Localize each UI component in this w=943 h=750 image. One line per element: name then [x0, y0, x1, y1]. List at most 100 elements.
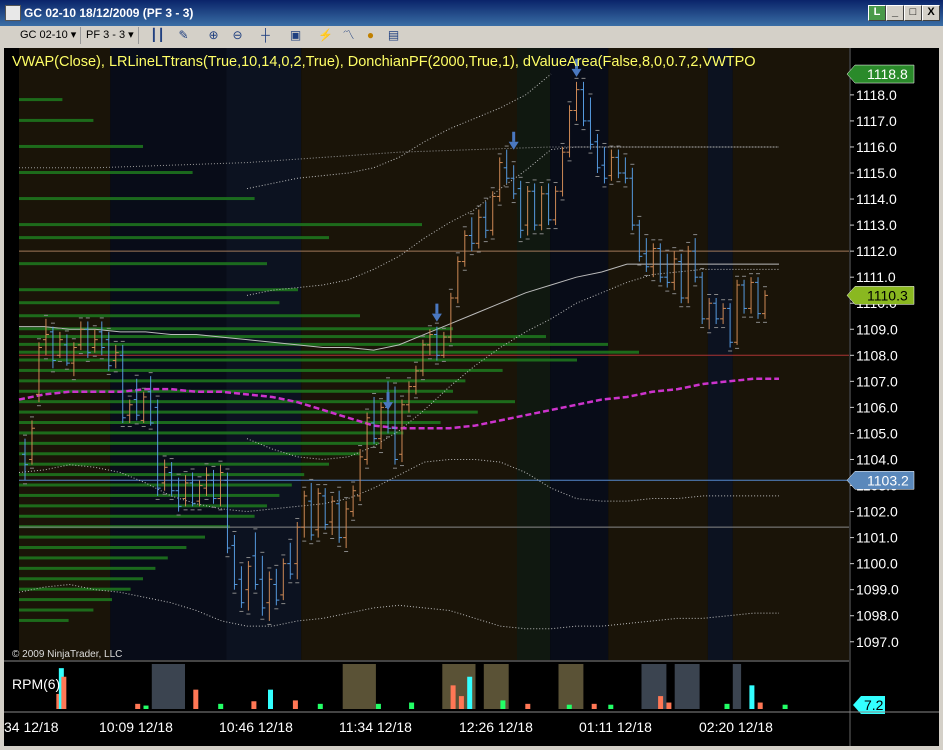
price-bar-tick: [742, 316, 747, 318]
price-bar-tick: [504, 186, 509, 188]
price-bar-tick: [406, 377, 411, 379]
y-tick-label: 1108.0: [856, 347, 898, 363]
y-tick-label: 1102.0: [856, 504, 898, 520]
price-bar-tick: [337, 486, 342, 488]
volume-profile-bar: [19, 421, 441, 425]
volume-profile-bar: [19, 171, 193, 175]
price-bar-tick: [393, 467, 397, 469]
price-bar-tick: [120, 426, 125, 428]
y-tick-label: 1107.0: [856, 373, 898, 389]
rpm-block: [558, 664, 584, 709]
rpm-bar: [251, 701, 257, 709]
close-button[interactable]: X: [922, 5, 940, 21]
volume-profile-bar: [19, 608, 94, 612]
price-bar-tick: [85, 317, 90, 319]
coin-icon[interactable]: ●: [363, 28, 378, 43]
minimize-button[interactable]: _: [886, 5, 904, 21]
price-bar-tick: [162, 493, 167, 495]
volume-profile-bar: [19, 236, 329, 240]
price-bar-tick: [71, 338, 76, 340]
volume-profile-bar: [19, 441, 379, 445]
price-chart[interactable]: 1097.0 1098.0 1099.0 1100.0 1101.0 1102.0 1103…: [4, 48, 939, 746]
bar-style-icon[interactable]: ┃┃: [150, 28, 165, 43]
instrument-selector[interactable]: GC 02-10 ▾: [16, 27, 82, 44]
indicators-icon[interactable]: 〽: [341, 28, 356, 43]
price-bar-tick: [630, 163, 635, 165]
rpm-bar: [218, 703, 224, 709]
price-bar-tick: [672, 293, 677, 295]
price-bar-tick: [546, 179, 551, 181]
volume-profile-bar: [19, 546, 187, 550]
y-tick-label: 1118.0: [856, 87, 897, 103]
price-bar-tick: [309, 478, 314, 480]
rpm-bar: [749, 685, 755, 709]
crosshair-icon[interactable]: ┼: [258, 28, 273, 43]
properties-icon[interactable]: ▣: [288, 28, 303, 43]
price-bar-tick: [23, 434, 27, 436]
price-bar-tick: [525, 182, 530, 184]
period-selector[interactable]: PF 3 - 3 ▾: [82, 27, 139, 44]
price-bar-tick: [707, 294, 712, 296]
price-bar-tick: [609, 145, 614, 147]
price-bar-tick: [721, 327, 726, 329]
draw-pencil-icon[interactable]: ✎: [176, 28, 191, 43]
last-price-tag: 1110.3: [867, 287, 908, 303]
price-bar-tick: [469, 254, 474, 256]
price-bar-tick: [623, 153, 628, 155]
rpm-bar: [500, 700, 506, 709]
price-bar-tick: [43, 358, 48, 360]
price-bar-tick: [127, 426, 132, 428]
price-bar-tick: [134, 374, 139, 376]
zoom-out-icon[interactable]: ⊖: [230, 28, 245, 43]
rpm-bar: [409, 702, 415, 709]
price-bar-tick: [623, 186, 628, 188]
volume-profile-bar: [19, 535, 205, 539]
data-box-icon[interactable]: ▤: [386, 28, 401, 43]
price-bar-tick: [735, 347, 740, 349]
price-bar-tick: [50, 371, 55, 373]
price-bar-tick: [99, 358, 104, 360]
volume-profile-bar: [19, 288, 298, 292]
chart-area[interactable]: 1097.0 1098.0 1099.0 1100.0 1101.0 1102.0 1103…: [4, 48, 939, 746]
volume-profile-bar: [19, 342, 608, 346]
price-bar-tick: [246, 613, 251, 615]
price-bar-tick: [672, 247, 677, 249]
price-bar-tick: [560, 142, 565, 144]
price-bar-tick: [721, 299, 726, 301]
price-bar-tick: [344, 497, 349, 499]
volume-profile-bar: [19, 118, 94, 122]
price-bar-tick: [183, 471, 188, 473]
price-bar-tick: [728, 350, 733, 352]
zoom-in-icon[interactable]: ⊕: [206, 28, 221, 43]
x-tick-label: 34 12/18: [4, 719, 59, 735]
strategy-icon[interactable]: ⚡: [318, 28, 333, 43]
rpm-bar: [375, 703, 381, 709]
price-bar-tick: [525, 238, 530, 240]
price-bar-tick: [323, 532, 328, 534]
price-bar-tick: [211, 465, 216, 467]
app-icon: [5, 5, 21, 21]
maximize-button[interactable]: □: [904, 5, 922, 21]
price-bar-tick: [43, 314, 48, 316]
rpm-bar: [782, 704, 788, 709]
price-bar-tick: [218, 460, 223, 462]
volume-profile-bar: [19, 514, 255, 518]
link-button[interactable]: L: [868, 5, 886, 21]
price-bar-tick: [316, 540, 321, 542]
price-bar-tick: [358, 445, 363, 447]
rpm-bar: [608, 704, 614, 709]
volume-profile-bar: [19, 462, 329, 466]
price-bar-tick: [756, 321, 761, 323]
price-bar-tick: [497, 153, 502, 155]
indicators-label: VWAP(Close), LRLineLTtrans(True,10,14,0,…: [12, 54, 756, 70]
price-bar-tick: [560, 199, 565, 201]
price-bar-tick: [253, 528, 258, 530]
window-title: GC 02-10 18/12/2009 (PF 3 - 3): [24, 6, 194, 20]
price-bar-tick: [365, 467, 370, 469]
session-shade: [608, 48, 708, 660]
price-bar-tick: [64, 368, 69, 370]
session-shade: [550, 48, 609, 660]
volume-profile-bar: [19, 598, 112, 602]
rpm-bar: [458, 696, 464, 709]
rpm-value: 7.2: [864, 697, 884, 713]
